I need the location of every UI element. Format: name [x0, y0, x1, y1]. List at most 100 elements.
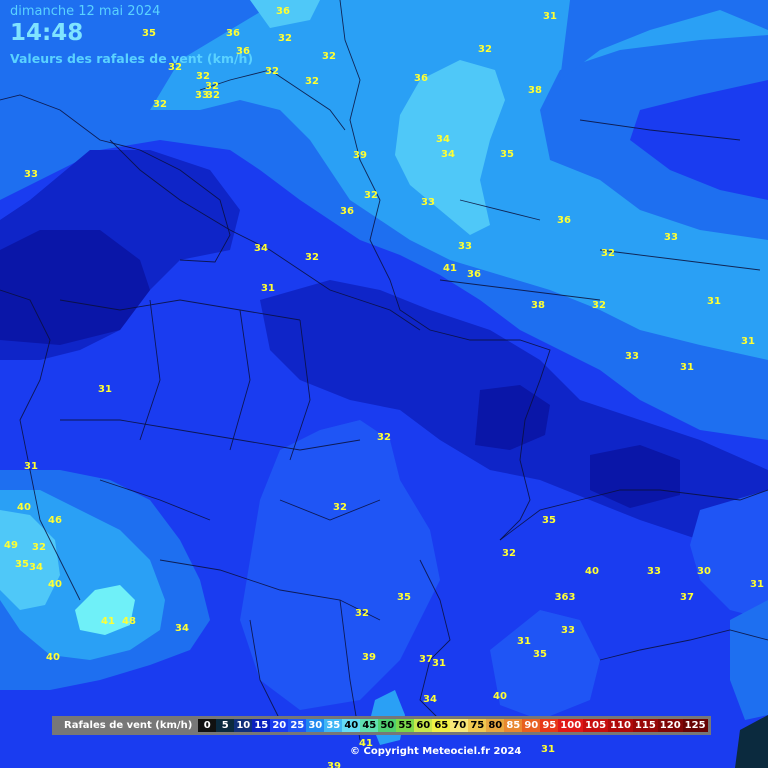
legend-step: 85 [504, 719, 523, 732]
gust-value: 36 [557, 215, 571, 226]
gust-value: 40 [46, 652, 60, 663]
gust-value: 32 [601, 248, 615, 259]
gust-value: 39 [353, 150, 367, 161]
legend-step: 105 [583, 719, 609, 732]
gust-value: 30 [697, 566, 711, 577]
gust-value: 31 [707, 296, 721, 307]
gust-value: 32 [355, 608, 369, 619]
gust-value: 32 [364, 190, 378, 201]
gust-value: 31 [517, 636, 531, 647]
gust-value: 32 [153, 99, 167, 110]
gust-value: 34 [29, 562, 43, 573]
gust-value: 32 [206, 90, 220, 101]
gust-value: 49 [4, 540, 18, 551]
gust-value: 34 [175, 623, 189, 634]
gust-value: 40 [493, 691, 507, 702]
legend-step: 20 [270, 719, 289, 732]
gust-value: 48 [122, 616, 136, 627]
gust-value: 363 [555, 592, 576, 603]
legend-step: 55 [396, 719, 415, 732]
gust-value: 33 [421, 197, 435, 208]
gust-value: 40 [48, 579, 62, 590]
gust-value: 32 [305, 76, 319, 87]
gust-value: 35 [500, 149, 514, 160]
gust-value: 31 [541, 744, 555, 755]
gust-value: 31 [98, 384, 112, 395]
legend-step: 115 [632, 719, 658, 732]
gust-value: 34 [441, 149, 455, 160]
gust-value: 32 [265, 66, 279, 77]
legend-step: 15 [252, 719, 271, 732]
gust-value: 32 [333, 502, 347, 513]
gust-value: 31 [543, 11, 557, 22]
gust-value: 36 [467, 269, 481, 280]
gust-value: 34 [436, 134, 450, 145]
legend-step: 25 [288, 719, 307, 732]
gust-value: 31 [432, 658, 446, 669]
gust-value: 31 [261, 283, 275, 294]
gust-value: 32 [502, 548, 516, 559]
legend-step: 70 [450, 719, 469, 732]
gust-value: 41 [101, 616, 115, 627]
gust-value: 33 [24, 169, 38, 180]
map-time: 14:48 [10, 20, 84, 46]
gust-value: 33 [625, 351, 639, 362]
gust-value: 35 [15, 559, 29, 570]
legend-steps: 0 5 10 15 20 25 30 35 40 45 50 55 60 65 70 75 80 85 90 95 10… [198, 719, 708, 732]
gust-value: 39 [362, 652, 376, 663]
gust-value: 35 [542, 515, 556, 526]
legend-step: 30 [306, 719, 325, 732]
gust-value: 32 [377, 432, 391, 443]
gust-value: 40 [17, 502, 31, 513]
gust-value: 38 [528, 85, 542, 96]
legend-step: 125 [682, 719, 708, 732]
gust-value: 36 [226, 28, 240, 39]
gust-value: 35 [142, 28, 156, 39]
legend-step: 60 [414, 719, 433, 732]
legend-step: 100 [558, 719, 584, 732]
legend-step: 95 [540, 719, 559, 732]
legend-step: 80 [486, 719, 505, 732]
gust-value: 38 [531, 300, 545, 311]
map-subtitle: Valeurs des rafales de vent (km/h) [10, 51, 254, 66]
gust-value: 36 [276, 6, 290, 17]
legend-step: 5 [216, 719, 235, 732]
gust-value: 36 [414, 73, 428, 84]
gust-value: 34 [254, 243, 268, 254]
map-date: dimanche 12 mai 2024 [10, 4, 161, 19]
gust-value: 33 [664, 232, 678, 243]
gust-value: 32 [305, 252, 319, 263]
gust-value: 40 [585, 566, 599, 577]
gust-value: 37 [419, 654, 433, 665]
gust-value: 31 [750, 579, 764, 590]
legend-step: 45 [360, 719, 379, 732]
gust-value: 46 [48, 515, 62, 526]
legend-step: 75 [468, 719, 487, 732]
gust-value: 32 [478, 44, 492, 55]
gust-value: 37 [680, 592, 694, 603]
gust-value: 31 [24, 461, 38, 472]
gust-value: 31 [680, 362, 694, 373]
gust-value: 39 [327, 761, 341, 768]
legend-step: 0 [198, 719, 217, 732]
legend-step: 10 [234, 719, 253, 732]
gust-value: 35 [533, 649, 547, 660]
legend-step: 35 [324, 719, 343, 732]
gust-value: 33 [458, 241, 472, 252]
color-legend: Rafales de vent (km/h) 0 5 10 15 20 25 30 35 40 4… [52, 716, 711, 735]
gust-value: 32 [32, 542, 46, 553]
gust-value: 31 [741, 336, 755, 347]
gust-value: 33 [647, 566, 661, 577]
copyright-notice: © Copyright Meteociel.fr 2024 [350, 746, 522, 757]
legend-step: 40 [342, 719, 361, 732]
legend-title: Rafales de vent (km/h) [64, 720, 193, 731]
legend-step: 120 [657, 719, 683, 732]
gust-value: 35 [397, 592, 411, 603]
gust-value: 36 [340, 206, 354, 217]
legend-step: 110 [608, 719, 633, 732]
gust-value: 41 [443, 263, 457, 274]
wind-gust-map: 36 3135 36 3236 323232 3232 32 36323332 38323434… [0, 0, 768, 768]
gust-value: 33 [561, 625, 575, 636]
legend-step: 65 [432, 719, 451, 732]
gust-value: 32 [592, 300, 606, 311]
